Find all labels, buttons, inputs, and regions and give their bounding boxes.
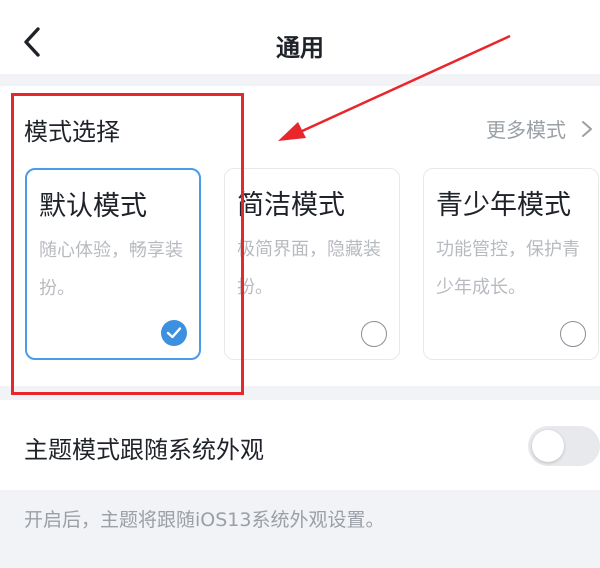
section-title: 模式选择 (24, 118, 120, 146)
hint-text: 开启后，主题将跟随iOS13系统外观设置。 (24, 509, 385, 531)
radio-checked[interactable] (161, 320, 187, 346)
mode-card-teen[interactable]: 青少年模式 功能管控，保护青少年成长。 (423, 168, 599, 360)
mode-card-default[interactable]: 默认模式 随心体验，畅享装扮。 (25, 168, 201, 360)
mode-card-desc: 功能管控，保护青少年成长。 (436, 239, 580, 298)
theme-follow-label: 主题模式跟随系统外观 (24, 436, 264, 464)
mode-card-title: 简洁模式 (237, 190, 345, 221)
mode-select-panel: 模式选择 更多模式 默认模式 随心体验，畅享装扮。 简洁模式 极简界面，隐藏装扮… (0, 86, 600, 386)
more-modes-link[interactable]: 更多模式 (486, 114, 594, 143)
mode-card-simple[interactable]: 简洁模式 极简界面，隐藏装扮。 (224, 168, 400, 360)
radio-unchecked[interactable] (361, 321, 387, 347)
radio-unchecked[interactable] (560, 321, 586, 347)
mode-card-desc: 极简界面，隐藏装扮。 (237, 239, 381, 298)
check-icon (166, 327, 182, 339)
mode-card-title: 青少年模式 (436, 190, 571, 221)
mode-card-desc: 随心体验，畅享装扮。 (39, 240, 183, 299)
toggle-knob (532, 430, 564, 462)
theme-follow-row: 主题模式跟随系统外观 (0, 400, 600, 490)
mode-card-title: 默认模式 (39, 191, 147, 222)
page-title: 通用 (276, 34, 324, 62)
chevron-right-icon (582, 120, 592, 137)
theme-follow-toggle[interactable] (528, 426, 600, 466)
top-bar: 通用 (0, 0, 600, 74)
more-modes-label: 更多模式 (486, 118, 566, 142)
